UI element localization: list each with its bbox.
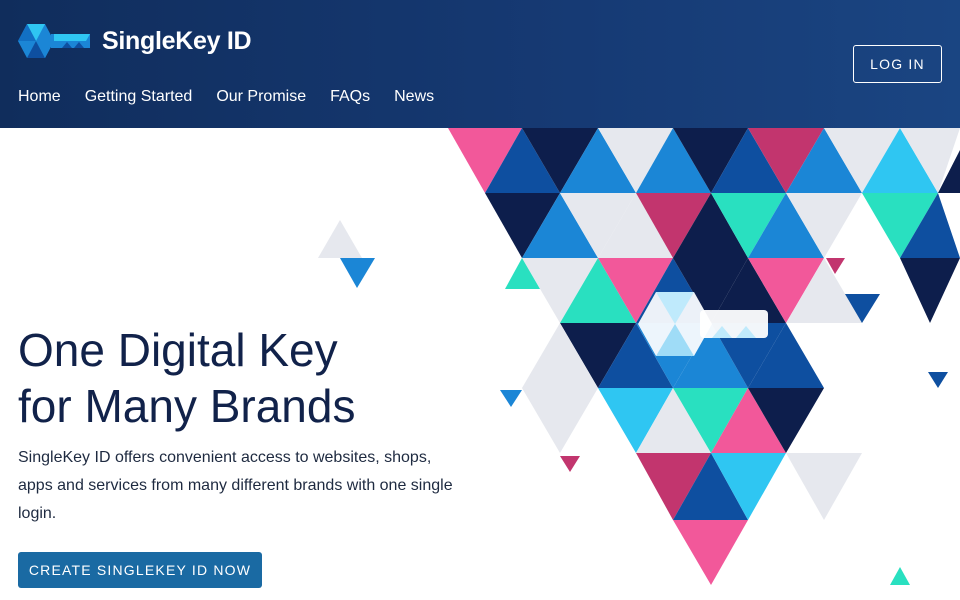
decor-triangle [340, 258, 375, 288]
decor-triangle [522, 388, 598, 453]
nav-item-news[interactable]: News [394, 86, 434, 108]
decor-triangle [928, 372, 948, 388]
nav-item-home[interactable]: Home [18, 86, 61, 108]
hero-title: One Digital Key for Many Brands [18, 322, 355, 434]
main-nav: Home Getting Started Our Promise FAQs Ne… [18, 86, 434, 108]
decor-triangle [318, 220, 362, 258]
nav-item-getting-started[interactable]: Getting Started [85, 86, 193, 108]
hero-description: SingleKey ID offers convenient access to… [18, 449, 453, 522]
decor-triangle [786, 453, 862, 520]
brand-name: SingleKey ID [102, 26, 252, 55]
decor-triangle [673, 520, 748, 585]
decor-triangle [560, 456, 580, 472]
nav-item-faqs[interactable]: FAQs [330, 86, 370, 108]
nav-item-our-promise[interactable]: Our Promise [216, 86, 306, 108]
decor-triangle [890, 567, 910, 585]
hero-title-line-2: for Many Brands [18, 380, 356, 432]
decor-triangle [900, 258, 960, 323]
key-icon [18, 24, 90, 58]
hero-title-line-1: One Digital Key [18, 324, 338, 376]
login-button[interactable]: LOG IN [853, 45, 942, 83]
logo-link[interactable]: SingleKey ID [18, 22, 252, 60]
site-header: SingleKey ID Home Getting Started Our Pr… [0, 0, 960, 128]
decor-triangle [500, 390, 522, 407]
create-singlekey-id-button[interactable]: CREATE SINGLEKEY ID NOW [18, 552, 262, 588]
